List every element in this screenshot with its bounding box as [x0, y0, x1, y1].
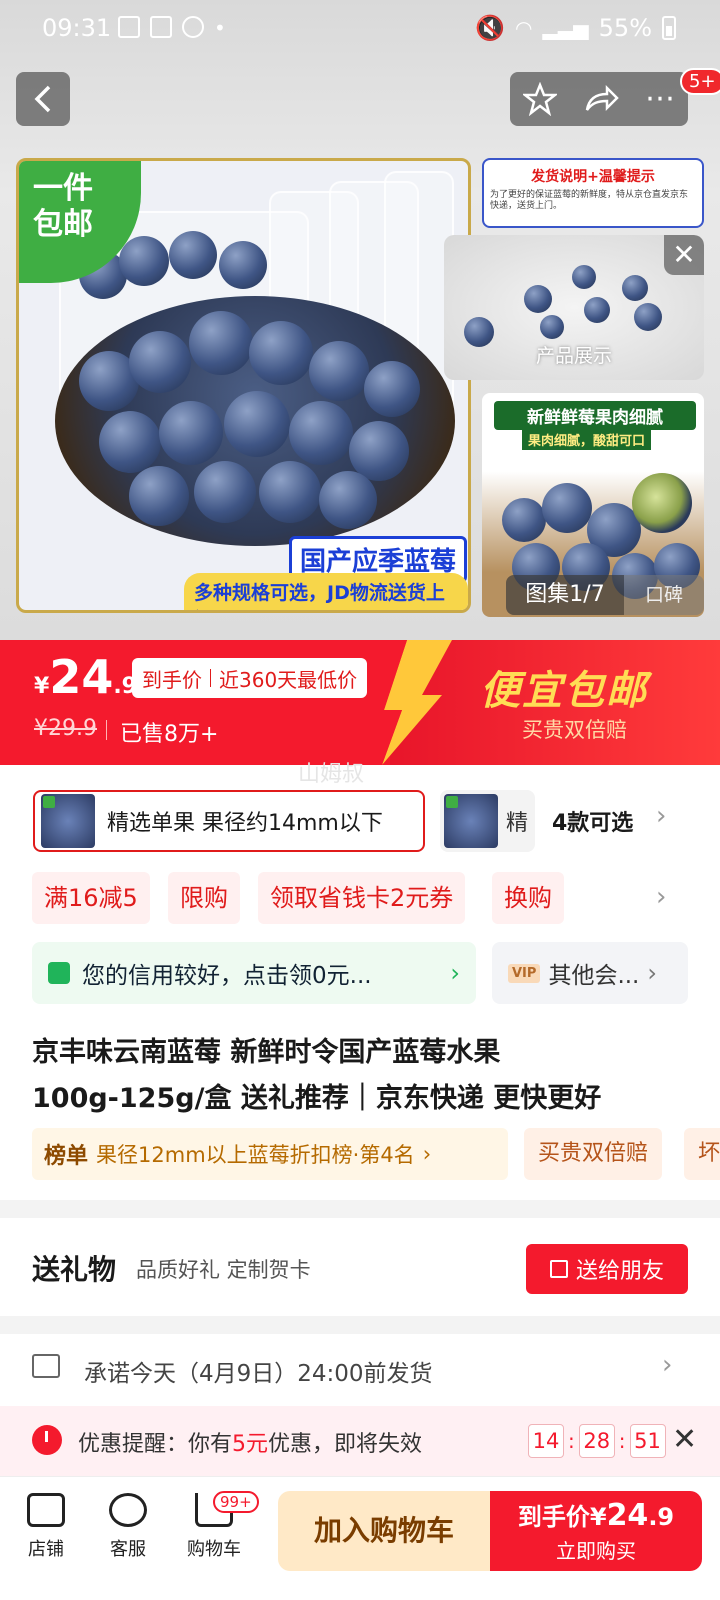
discount-reminder: 优惠提醒：你有5元优惠，即将失效 14: 28: 51 ✕	[0, 1406, 720, 1476]
message-badge: 5+	[680, 68, 720, 95]
shipping-info[interactable]: 承诺今天（4月9日）24:00前发货 ›	[0, 1334, 720, 1406]
credit-offer[interactable]: 您的信用较好，点击领0元... ›	[32, 942, 476, 1004]
gallery-notification-icon	[118, 16, 140, 38]
battery-level: 55%	[598, 14, 652, 42]
cart-count-badge: 99+	[213, 1491, 259, 1513]
coupon-limit[interactable]: 限购	[168, 872, 240, 924]
variant-thumbnail	[444, 794, 498, 848]
member-offer[interactable]: VIP 其他会... ›	[492, 942, 688, 1004]
chevron-right-icon: ›	[662, 1350, 673, 1380]
price-guarantee-badge[interactable]: 买贵双倍赔	[524, 1128, 663, 1180]
coupon-row: 满16减5 限购 领取省钱卡2元券 换购 ›	[0, 872, 720, 928]
price-tag: 到手价 近360天最低价	[132, 658, 368, 698]
clock-icon	[32, 1425, 62, 1455]
check-notification-icon	[150, 16, 172, 38]
battery-icon	[662, 16, 676, 40]
gift-icon	[549, 1260, 568, 1278]
more-icon[interactable]: ⋯	[645, 84, 675, 114]
add-to-cart-button[interactable]: 加入购物车	[278, 1491, 490, 1571]
signal-icon: ▂▃▅	[542, 16, 589, 40]
countdown-timer: 14: 28: 51	[528, 1424, 666, 1458]
chevron-right-icon: ›	[450, 959, 460, 987]
price-banner: ¥24.9 到手价 近360天最低价 ¥29.9 已售8万+ 便宜包邮 买贵双倍赔	[0, 640, 720, 765]
variant-option-selected[interactable]: 精选单果 果径约14mm以下	[33, 790, 425, 852]
chevron-right-icon[interactable]: ›	[656, 882, 666, 912]
mute-icon: 🔇	[475, 14, 506, 42]
quality-badge[interactable]: 坏	[684, 1128, 720, 1180]
sold-count: 已售8万+	[105, 716, 218, 748]
variant-selector: 精选单果 果径约14mm以下 精 4款可选 ›	[0, 775, 720, 855]
back-button[interactable]	[16, 72, 70, 126]
promo-title: 便宜包邮	[480, 668, 648, 714]
gallery-thumb-shipping-note[interactable]: 发货说明+温馨提示 为了更好的保证蓝莓的新鲜度，特从京仓直发京东快递，送货上门。	[482, 158, 704, 228]
shopping-bag-icon	[48, 962, 70, 984]
gift-section: 送礼物 品质好礼 定制贺卡 送给朋友	[0, 1218, 720, 1316]
chevron-right-icon: ›	[647, 959, 657, 987]
store-tab[interactable]: 店铺	[6, 1493, 86, 1561]
lightning-icon	[372, 640, 452, 765]
ranking-badge[interactable]: 榜单 果径12mm以上蓝莓折扣榜·第4名 ›	[32, 1128, 508, 1180]
current-price: ¥24.9	[34, 650, 137, 704]
truck-icon	[32, 1354, 60, 1378]
product-page: 一件 包邮 国产应季蓝莓 多种规格可选，JD物流送货上门 发货说明+温馨提示 为…	[0, 0, 720, 1600]
coupon-exchange[interactable]: 换购	[492, 872, 564, 924]
bottom-action-bar: 店铺 客服 购物车 99+ 加入购物车 到手价¥24.9 立即购买	[0, 1476, 720, 1600]
chevron-right-icon: ›	[422, 1142, 432, 1166]
close-reminder-button[interactable]: ✕	[672, 1422, 697, 1457]
close-video-button[interactable]: ✕	[664, 235, 704, 275]
wifi-icon: ◠	[515, 16, 533, 40]
store-icon	[27, 1493, 65, 1527]
buy-now-button[interactable]: 到手价¥24.9 立即购买	[490, 1491, 702, 1571]
variant-option[interactable]: 精	[440, 790, 535, 852]
vip-badge: VIP	[508, 963, 541, 983]
dot-icon: •	[214, 16, 226, 40]
gallery-counter[interactable]: 图集1/7	[506, 575, 624, 615]
promo-subtitle: 买贵双倍赔	[522, 718, 627, 742]
star-icon[interactable]	[523, 82, 557, 116]
send-gift-button[interactable]: 送给朋友	[526, 1244, 688, 1294]
badge-row: 榜单 果径12mm以上蓝莓折扣榜·第4名 › 买贵双倍赔 坏	[0, 1128, 720, 1182]
main-product-image[interactable]: 一件 包邮 国产应季蓝莓 多种规格可选，JD物流送货上门	[16, 158, 471, 613]
coupon-savings-card[interactable]: 领取省钱卡2元券	[258, 872, 466, 924]
share-icon[interactable]	[583, 84, 619, 114]
status-bar: 09:31 • 🔇 ◠ ▂▃▅ 55%	[0, 0, 720, 60]
floating-video-player[interactable]: 产品展示 ✕	[444, 235, 704, 380]
image-label-delivery: 多种规格可选，JD物流送货上门	[184, 573, 468, 610]
original-price: ¥29.9	[34, 716, 97, 741]
video-caption: 产品展示	[535, 345, 612, 367]
app-notification-icon	[182, 16, 204, 38]
gift-subtitle: 品质好礼 定制贺卡	[136, 1258, 311, 1282]
service-icon	[109, 1493, 147, 1527]
variant-thumbnail	[41, 794, 95, 848]
header-actions: ⋯	[510, 72, 688, 126]
chevron-left-icon	[34, 85, 51, 113]
gift-title: 送礼物	[32, 1253, 117, 1286]
product-title: 京丰味云南蓝莓 新鲜时令国产蓝莓水果 100g-125g/盒 送礼推荐｜京东快递…	[32, 1037, 602, 1114]
coupon-discount[interactable]: 满16减5	[32, 872, 150, 924]
variant-count[interactable]: 4款可选	[552, 805, 633, 837]
chevron-right-icon[interactable]: ›	[656, 801, 666, 831]
review-tab[interactable]: 口碑	[624, 575, 704, 615]
customer-service-tab[interactable]: 客服	[88, 1493, 168, 1561]
status-time: 09:31	[42, 14, 112, 42]
close-icon: ✕	[672, 238, 696, 271]
